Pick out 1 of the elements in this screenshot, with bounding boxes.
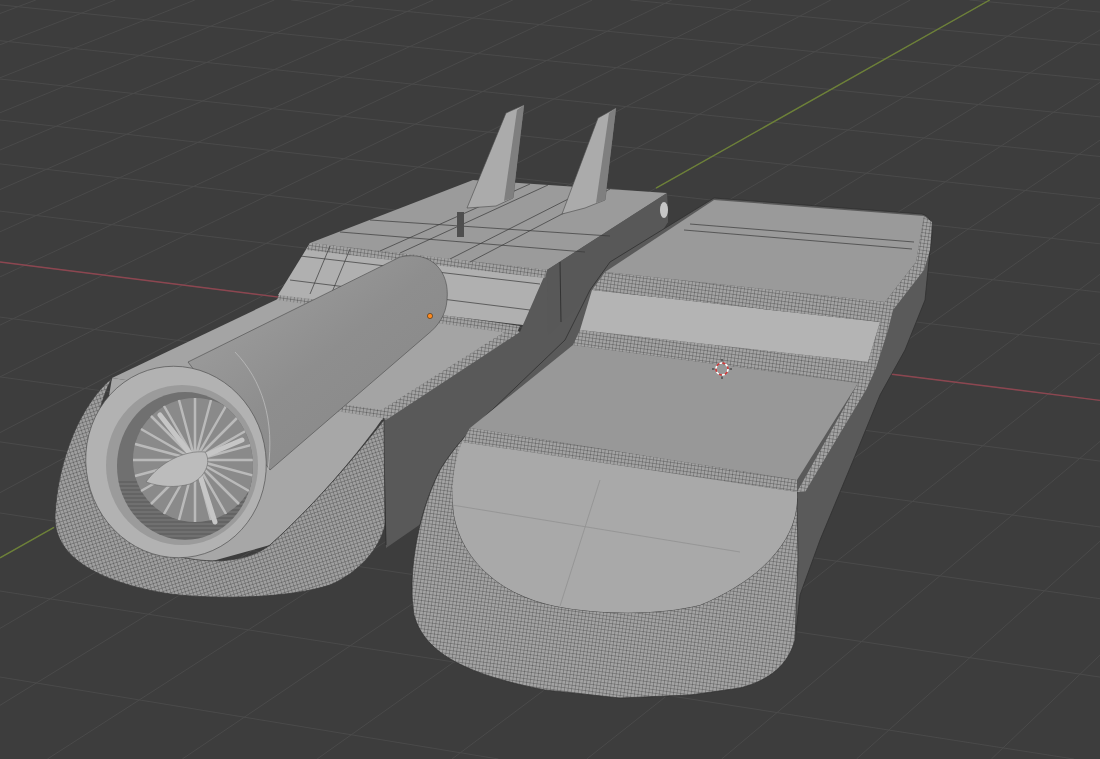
deck-post xyxy=(457,212,464,237)
